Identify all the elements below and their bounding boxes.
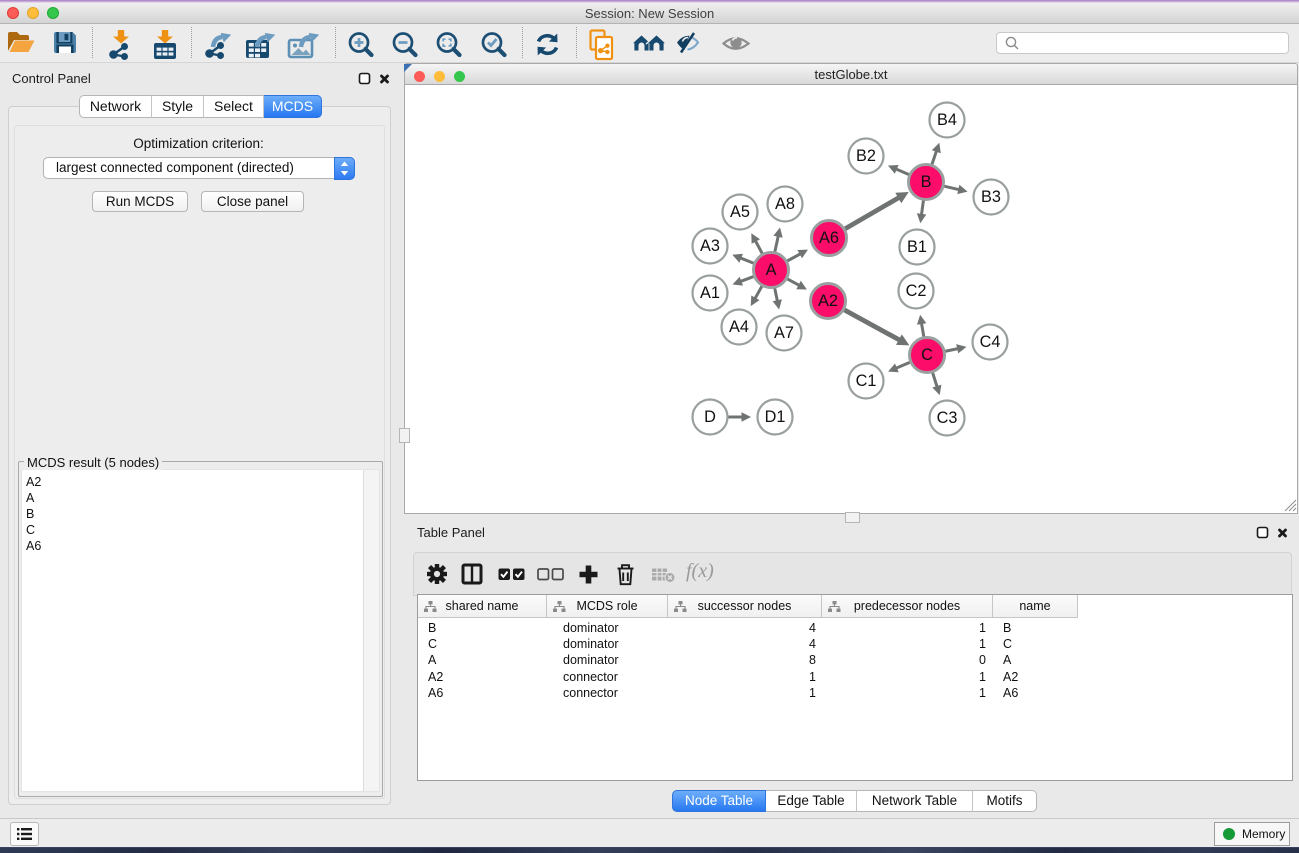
- svg-text:A: A: [766, 261, 777, 279]
- svg-text:A2: A2: [818, 292, 838, 310]
- svg-text:B3: B3: [981, 188, 1001, 206]
- svg-text:A5: A5: [730, 203, 750, 221]
- svg-text:A7: A7: [774, 324, 794, 342]
- svg-text:A4: A4: [729, 318, 749, 336]
- svg-text:C1: C1: [856, 372, 877, 390]
- svg-text:C3: C3: [937, 409, 958, 427]
- svg-text:B: B: [921, 173, 932, 191]
- svg-text:A3: A3: [700, 237, 720, 255]
- svg-text:A6: A6: [819, 229, 839, 247]
- svg-text:D1: D1: [765, 408, 786, 426]
- svg-text:B2: B2: [856, 147, 876, 165]
- svg-text:B1: B1: [907, 238, 927, 256]
- svg-text:C2: C2: [906, 282, 927, 300]
- svg-text:C4: C4: [980, 333, 1001, 351]
- svg-text:D: D: [704, 408, 716, 426]
- svg-text:A8: A8: [775, 195, 795, 213]
- svg-text:C: C: [921, 346, 933, 364]
- svg-text:A1: A1: [700, 284, 720, 302]
- svg-text:B4: B4: [937, 111, 957, 129]
